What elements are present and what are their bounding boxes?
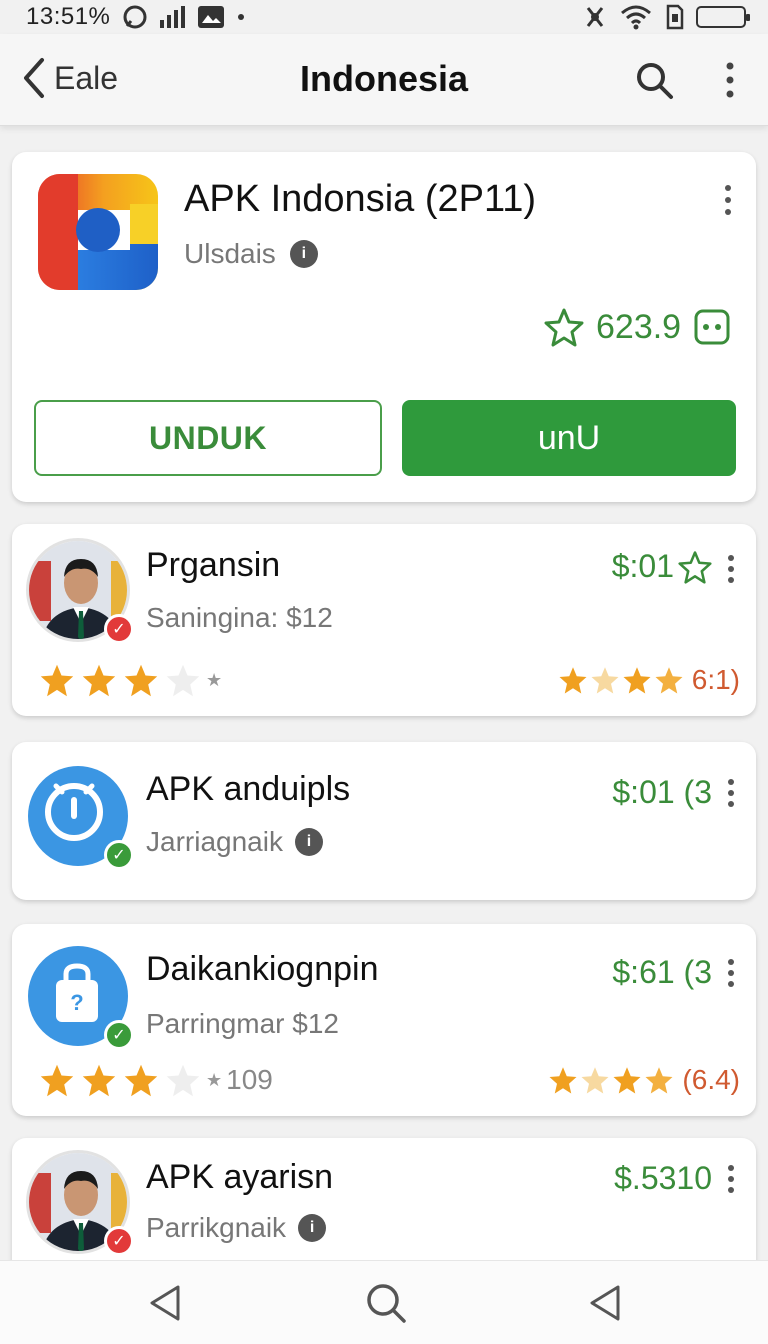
star-icon — [559, 667, 587, 694]
item-subtitle-row: Parrikgnaik i — [146, 1212, 327, 1244]
rating-count: 109 — [226, 1064, 273, 1095]
star-outline-icon — [544, 308, 584, 347]
app-publisher: Ulsdais — [184, 238, 276, 269]
download-button-label: unU — [537, 418, 601, 457]
rating-right: 6:1) — [558, 664, 740, 696]
rating-row: 623.9 — [544, 307, 731, 347]
unduh-outline-button[interactable]: UNDUK — [34, 400, 382, 476]
item-price: $:01 (3 — [612, 774, 712, 810]
list-item[interactable]: ? ✓ Daikankiognpin Parringmar $12 $:61 (… — [12, 924, 756, 1116]
star-icon — [124, 1064, 158, 1097]
rating-right: (6.4) — [548, 1064, 740, 1096]
wifi-icon — [621, 5, 651, 30]
back-triangle-icon[interactable] — [582, 1279, 630, 1327]
star-icon — [40, 1064, 74, 1097]
svg-text:?: ? — [70, 990, 83, 1015]
star-icon — [82, 1064, 116, 1097]
game-controller-icon[interactable] — [693, 308, 731, 346]
avatar: ? ✓ — [26, 944, 134, 1050]
bottom-navigation-bar — [0, 1260, 768, 1344]
star-icon — [124, 664, 158, 697]
star-icon — [591, 667, 619, 694]
item-price: $:01 — [611, 548, 674, 584]
search-icon[interactable] — [632, 58, 676, 102]
more-vertical-icon[interactable] — [724, 552, 738, 586]
star-icon — [645, 1067, 673, 1094]
chevron-left-icon — [24, 58, 44, 98]
item-name: APK ayarisn — [146, 1158, 334, 1196]
info-icon[interactable]: i — [294, 828, 323, 856]
list-item[interactable]: ✓ APK anduipls Jarriagnaik i $:01 (3 — [12, 742, 756, 900]
status-badge: ✓ — [104, 1020, 134, 1050]
star-empty-icon — [166, 1064, 200, 1097]
more-vertical-icon[interactable] — [724, 956, 738, 990]
status-time: 13:51% — [26, 3, 111, 30]
more-vertical-icon[interactable] — [724, 1162, 738, 1196]
star-icon — [40, 664, 74, 697]
sim-icon — [666, 4, 684, 30]
rating-stars: ★ 109 — [38, 1062, 273, 1098]
star-outline-icon[interactable] — [678, 550, 712, 584]
dot-icon — [238, 14, 245, 20]
item-subtitle: Jarriagnaik — [146, 826, 283, 857]
star-icon — [655, 667, 683, 694]
status-bar: 13:51% — [0, 0, 768, 34]
star-icon — [623, 667, 651, 694]
item-subtitle: Parrikgnaik — [146, 1212, 287, 1243]
mute-icon — [586, 7, 604, 27]
star-icon — [581, 1067, 609, 1094]
back-label: Eale — [54, 59, 119, 96]
download-button[interactable]: unU — [402, 400, 736, 476]
app-subtitle-row: Ulsdais i — [184, 238, 318, 270]
item-price: $:61 (3 — [612, 954, 712, 990]
item-name: Prgansin — [146, 546, 281, 584]
item-subtitle: Saningina: $12 — [146, 602, 333, 633]
list-item[interactable]: ✓ APK ayarisn Parrikgnaik i $.5310 — [12, 1138, 756, 1278]
rating-value: (6.4) — [682, 1064, 740, 1095]
item-name: Daikankiognpin — [146, 950, 379, 988]
info-icon[interactable]: i — [298, 1214, 327, 1242]
status-badge: ✓ — [104, 840, 134, 870]
more-vertical-icon[interactable] — [718, 180, 738, 220]
search-icon[interactable] — [362, 1279, 410, 1327]
avatar: ✓ — [26, 538, 134, 644]
image-icon — [198, 6, 225, 28]
star-icon — [82, 664, 116, 697]
info-icon[interactable]: i — [289, 240, 318, 268]
status-badge: ✓ — [104, 1226, 134, 1256]
rating-stars: ★ — [38, 662, 222, 698]
item-price-row: $:01 — [612, 548, 712, 585]
app-bar: Eale Indonesia — [0, 34, 768, 126]
back-button[interactable]: Eale — [18, 56, 118, 100]
item-subtitle-row: Jarriagnaik i — [146, 826, 323, 858]
signal-icon — [160, 6, 186, 28]
app-title: APK Indonsia (2P11) — [184, 178, 537, 220]
item-subtitle: Parringmar $12 — [146, 1008, 339, 1039]
rating-value: 6:1) — [691, 664, 740, 695]
avatar: ✓ — [26, 1150, 134, 1256]
item-price: $.5310 — [614, 1160, 712, 1196]
more-vertical-icon[interactable] — [724, 776, 738, 810]
item-name: APK anduipls — [146, 770, 351, 808]
battery-icon — [696, 6, 750, 28]
list-item[interactable]: ✓ Prgansin Saningina: $12 $:01 ★ 6:1) — [12, 524, 756, 716]
featured-app-card[interactable]: APK Indonsia (2P11) Ulsdais i 623.9 UNDU… — [12, 152, 756, 502]
avatar: ✓ — [26, 764, 134, 870]
more-vertical-icon[interactable] — [716, 58, 744, 102]
star-icon — [549, 1067, 577, 1094]
star-empty-icon — [166, 664, 200, 697]
star-icon — [613, 1067, 641, 1094]
status-badge: ✓ — [104, 614, 134, 644]
chat-bubble-icon — [123, 5, 147, 29]
app-logo-icon — [38, 174, 158, 290]
back-triangle-icon[interactable] — [142, 1279, 190, 1327]
rating-value: 623.9 — [596, 307, 682, 346]
